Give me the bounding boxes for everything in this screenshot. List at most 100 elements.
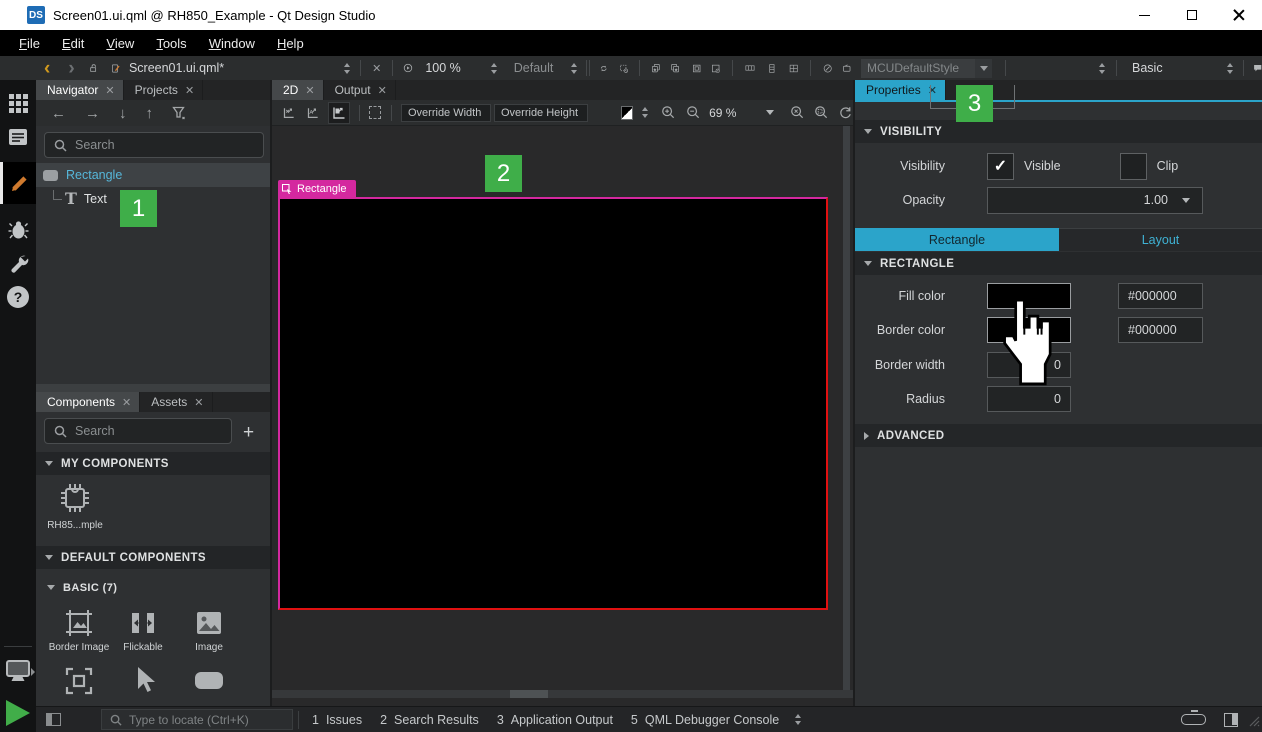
help-mode-button[interactable] [0, 280, 36, 314]
border-color-hex-input[interactable]: #000000 [1118, 317, 1203, 343]
close-button[interactable] [1215, 0, 1262, 30]
kit-selector-button[interactable] [0, 654, 36, 688]
menu-window[interactable]: Window [198, 36, 266, 51]
back-icon[interactable] [44, 59, 50, 78]
section-visibility[interactable]: VISIBILITY [855, 120, 1262, 143]
grid-layout-icon[interactable] [789, 60, 798, 77]
pane-spinner[interactable] [795, 714, 801, 725]
lock-icon[interactable] [89, 60, 98, 76]
outline-icon[interactable] [692, 60, 701, 77]
feedback-bubble-icon[interactable] [1253, 60, 1262, 76]
minimize-button[interactable] [1121, 0, 1168, 30]
locate-input[interactable] [129, 713, 284, 727]
workspace-spinner[interactable] [1099, 63, 1105, 74]
background-spinner[interactable] [642, 107, 648, 118]
component-rectangle[interactable] [178, 665, 240, 695]
component-item[interactable] [48, 665, 110, 697]
run-preview-icon[interactable] [403, 59, 413, 77]
rows-layout-icon[interactable] [768, 60, 776, 77]
filter-icon[interactable] [172, 106, 187, 120]
clip-checkbox[interactable] [1120, 153, 1147, 180]
zoom-dropdown-caret[interactable] [766, 110, 774, 115]
locate-box[interactable] [101, 709, 293, 730]
navigator-search-input[interactable] [75, 138, 254, 152]
tab-layout-props[interactable]: Layout [1059, 228, 1262, 251]
forward-icon[interactable] [68, 59, 74, 78]
tab-output[interactable]: Output [324, 80, 396, 100]
component-image[interactable]: Image [178, 608, 240, 653]
tab-projects-close-icon[interactable] [185, 83, 194, 97]
menu-view[interactable]: View [95, 36, 145, 51]
tab-assets[interactable]: Assets [140, 392, 212, 412]
override-height-input[interactable] [494, 104, 588, 122]
component-border-image[interactable]: Border Image [48, 608, 110, 653]
tab-assets-close-icon[interactable] [194, 395, 203, 409]
design-canvas[interactable]: Rectangle [272, 126, 855, 706]
tab-rectangle-props[interactable]: Rectangle [855, 228, 1059, 251]
edit-document-icon[interactable] [111, 60, 120, 77]
pane-search-results[interactable]: 2 Search Results [380, 713, 479, 727]
tab-projects[interactable]: Projects [124, 80, 204, 100]
menu-tools[interactable]: Tools [145, 36, 197, 51]
projects-mode-button[interactable] [0, 246, 36, 280]
tab-navigator[interactable]: Navigator [36, 80, 124, 100]
pane-qml-debugger[interactable]: 5 QML Debugger Console [631, 713, 779, 727]
edit-mode-button[interactable] [0, 120, 36, 154]
horizontal-scroll-thumb[interactable] [510, 690, 548, 698]
zoom-out-icon[interactable] [686, 104, 701, 121]
component-flickable[interactable]: Flickable [112, 608, 174, 653]
pane-application-output[interactable]: 3 Application Output [497, 713, 613, 727]
canvas-background-swatch[interactable] [621, 106, 633, 120]
navigator-scroll-strip[interactable] [36, 384, 272, 392]
visible-checkbox[interactable] [987, 153, 1014, 180]
document-spinner[interactable] [344, 63, 350, 74]
component-mouse-area[interactable] [112, 665, 174, 697]
rectangle-element[interactable] [278, 197, 828, 610]
build-progress-icon[interactable] [1181, 714, 1206, 725]
columns-layout-icon[interactable] [745, 61, 755, 75]
tab-2d[interactable]: 2D [272, 80, 324, 100]
tab-components[interactable]: Components [36, 392, 140, 412]
snapping-active-wrap[interactable] [328, 102, 350, 124]
section-advanced[interactable]: ADVANCED [855, 424, 1262, 447]
menu-file[interactable]: File [8, 36, 51, 51]
debug-mode-button[interactable] [0, 212, 36, 246]
canvas-vertical-scrollbar[interactable] [843, 126, 850, 690]
radius-input[interactable]: 0 [987, 386, 1071, 412]
move-left-icon[interactable]: ← [51, 105, 66, 122]
sidebar-toggle-icon[interactable] [46, 713, 61, 726]
navigator-search[interactable] [44, 132, 264, 158]
menu-edit[interactable]: Edit [51, 36, 95, 51]
maximize-button[interactable] [1168, 0, 1215, 30]
close-document-icon[interactable] [372, 61, 381, 75]
style-selector-caret[interactable] [975, 59, 992, 78]
theme-selector[interactable]: Basic [1132, 61, 1163, 75]
move-up-icon[interactable]: ↑ [146, 105, 154, 122]
zoom-spinner[interactable] [491, 63, 497, 74]
opacity-dropdown-caret[interactable] [1182, 198, 1190, 203]
outline-disable-icon[interactable] [711, 60, 720, 77]
section-rectangle[interactable]: RECTANGLE [855, 252, 1262, 275]
annotation-edit-icon[interactable] [823, 60, 832, 77]
add-component-button[interactable]: + [243, 423, 254, 442]
components-search[interactable] [44, 418, 232, 444]
copy-style-icon[interactable] [651, 59, 661, 77]
section-basic[interactable]: BASIC (7) [36, 576, 270, 599]
style-selector[interactable]: MCUDefaultStyle [861, 59, 975, 78]
component-rh850-example[interactable]: RH85...mple [44, 480, 106, 531]
theme-spinner[interactable] [1227, 63, 1233, 74]
opacity-input[interactable]: 1.00 [987, 187, 1203, 214]
export-selection-icon[interactable] [619, 60, 628, 77]
design-mode-button[interactable] [0, 162, 36, 204]
section-default-components[interactable]: DEFAULT COMPONENTS [36, 546, 270, 569]
tree-item-rectangle[interactable]: Rectangle [36, 163, 270, 187]
paste-style-icon[interactable] [670, 59, 680, 77]
canvas-zoom-value[interactable]: 69 % [709, 106, 736, 120]
section-my-components[interactable]: MY COMPONENTS [36, 452, 270, 475]
preview-zoom-value[interactable]: 100 % [425, 61, 460, 75]
tab-output-close-icon[interactable] [378, 83, 387, 97]
fill-color-hex-input[interactable]: #000000 [1118, 283, 1203, 309]
current-document[interactable]: Screen01.ui.qml* [129, 61, 224, 75]
selection-tag[interactable]: Rectangle [278, 180, 356, 197]
pane-issues[interactable]: 1 Issues [312, 713, 362, 727]
